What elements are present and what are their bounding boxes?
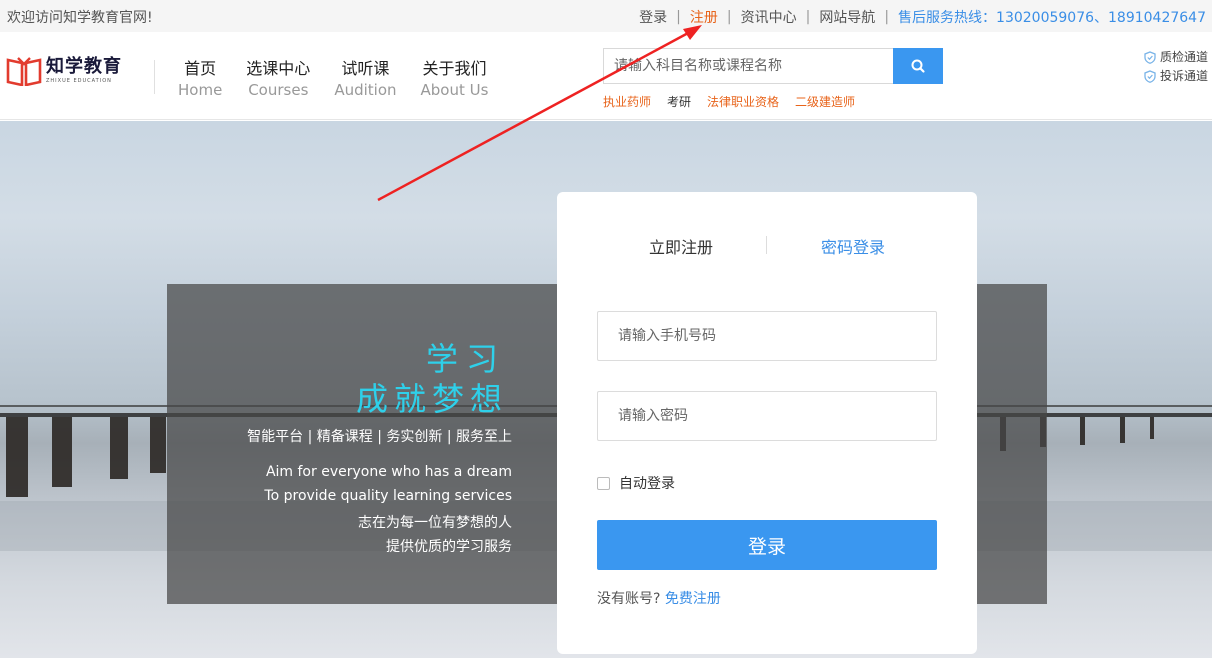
nav-item-sublabel: Home [178,81,223,99]
login-card: 立即注册 密码登录 自动登录 登录 没有账号? 免费注册 [557,192,977,654]
phone-field[interactable] [597,311,937,361]
auto-login-label: 自动登录 [619,476,675,492]
top-news-link[interactable]: 资讯中心 [741,7,797,27]
hotword-link[interactable]: 法律职业资格 [707,93,779,110]
nav-item-label: 选课中心 [246,59,311,78]
tab-register[interactable]: 立即注册 [649,234,713,258]
welcome-text: 欢迎访问知学教育官网! [7,10,153,26]
slogan-features: 智能平台 | 精备课程 | 务实创新 | 服务至上 [247,429,512,445]
tab-password-login[interactable]: 密码登录 [821,234,885,258]
hotword-link[interactable]: 二级建造师 [795,93,855,110]
logo-tagline: ZHIXUE EDUCATION [46,78,112,84]
search-button[interactable] [893,48,943,84]
slogan-english-2: To provide quality learning services [264,488,512,504]
tab-divider [766,236,767,254]
top-sitemap-link[interactable]: 网站导航 [819,7,875,27]
channel-label: 质检通道 [1159,50,1208,64]
service-channels: 质检通道 投诉通道 [1144,48,1208,86]
nav-item-label: 关于我们 [422,59,487,78]
top-separator: | [726,9,732,25]
search-input[interactable] [603,48,893,84]
nav-item-label: 首页 [184,59,217,78]
slogan-english-1: Aim for everyone who has a dream [265,464,512,480]
login-button[interactable]: 登录 [597,520,937,570]
checkbox-box[interactable] [597,476,610,490]
slogan-subtitle: 成就梦想 [355,380,508,418]
nav-item-courses[interactable]: 选课中心 Courses [234,58,322,100]
no-account-prompt: 没有账号? 免费注册 [597,588,721,608]
site-header: 知学教育 ZHIXUE EDUCATION 首页 Home 选课中心 Cours… [0,32,1212,120]
complaint-channel-link[interactable]: 投诉通道 [1144,67,1208,86]
shield-icon [1144,51,1156,64]
hero-banner: 学习 成就梦想 智能平台 | 精备课程 | 务实创新 | 服务至上 Aim fo… [0,121,1212,658]
hot-keywords: 执业药师 考研 法律职业资格 二级建造师 [603,93,871,110]
nav-item-about[interactable]: 关于我们 About Us [409,58,501,100]
channel-label: 投诉通道 [1159,69,1208,83]
hotline-text: 售后服务热线：13020059076、18910427647 [898,10,1206,26]
top-separator: | [676,9,681,25]
slogan-chinese-2: 提供优质的学习服务 [386,539,512,555]
no-account-text: 没有账号? [597,591,661,607]
slogan-chinese-1: 志在为每一位有梦想的人 [358,515,512,531]
logo-name: 知学教育 [46,56,122,77]
hotword-link[interactable]: 执业药师 [603,93,651,110]
nav-item-audition[interactable]: 试听课 Audition [322,58,408,100]
password-field[interactable] [597,391,937,441]
auto-login-checkbox[interactable]: 自动登录 [597,473,675,493]
top-separator: | [805,9,811,25]
shield-icon [1144,70,1156,83]
nav-item-sublabel: About Us [420,81,489,99]
nav-item-home[interactable]: 首页 Home [166,58,234,100]
top-separator: | [884,9,890,25]
logo-divider [154,60,155,94]
top-links: 登录 | 注册 | 资讯中心 | 网站导航 | 售后服务热线：130200590… [639,7,1206,27]
search-bar [603,48,943,84]
login-tabs: 立即注册 密码登录 [557,234,977,258]
top-register-link[interactable]: 注册 [690,7,718,27]
free-register-link[interactable]: 免费注册 [665,591,721,607]
search-icon [911,59,925,73]
site-logo[interactable]: 知学教育 ZHIXUE EDUCATION [6,56,122,87]
nav-item-sublabel: Courses [248,81,309,99]
quality-channel-link[interactable]: 质检通道 [1144,48,1208,67]
nav-item-sublabel: Audition [334,81,397,99]
top-login-link[interactable]: 登录 [639,7,667,27]
top-bar: 欢迎访问知学教育官网! 登录 | 注册 | 资讯中心 | 网站导航 | 售后服务… [0,0,1212,32]
hotword-link[interactable]: 考研 [667,93,691,110]
main-nav: 首页 Home 选课中心 Courses 试听课 Audition 关于我们 A… [166,58,500,100]
nav-item-label: 试听课 [341,59,390,78]
book-logo-icon [6,56,42,87]
